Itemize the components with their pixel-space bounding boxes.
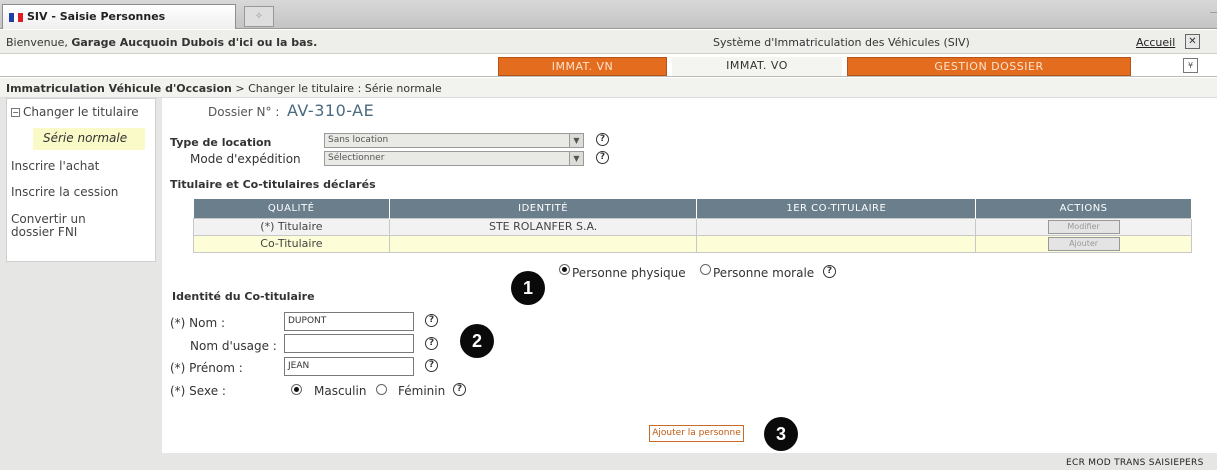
- browser-tab[interactable]: SIV - Saisie Personnes: [2, 4, 236, 29]
- breadcrumb-separator: >: [231, 82, 249, 95]
- breadcrumb-text: Immatriculation Véhicule d'Occasion > Ch…: [6, 82, 442, 95]
- cell-identite: STE ROLANFER S.A.: [388, 217, 698, 236]
- sidebar-item-inscrire-achat[interactable]: Inscrire l'achat: [11, 159, 99, 173]
- column-header-qualite: QUALITÉ: [193, 199, 390, 218]
- add-person-button[interactable]: Ajouter la personne: [649, 425, 744, 442]
- help-icon[interactable]: ?: [596, 133, 609, 146]
- mode-expedition-select[interactable]: Sélectionner ▼: [324, 151, 584, 166]
- collapse-minus-icon[interactable]: −: [11, 108, 20, 117]
- welcome-bar: Bienvenue, Garage Aucquoin Dubois d'ici …: [0, 30, 1217, 54]
- radio-personne-physique[interactable]: [559, 264, 570, 275]
- titulaires-section-title: Titulaire et Co-titulaires déclarés: [170, 178, 376, 191]
- column-header-actions: ACTIONS: [975, 199, 1192, 218]
- tab-immat-vn[interactable]: IMMAT. VN: [498, 57, 667, 76]
- prenom-label: (*) Prénom :: [170, 361, 243, 375]
- welcome-prefix: Bienvenue,: [6, 36, 72, 49]
- browser-tab-title: SIV - Saisie Personnes: [27, 10, 166, 23]
- nom-usage-input[interactable]: [284, 334, 414, 353]
- sidebar: − Changer le titulaire Série normale Ins…: [6, 98, 156, 262]
- titulaires-table: QUALITÉ IDENTITÉ 1ER CO-TITULAIRE ACTION…: [193, 199, 1192, 253]
- breadcrumb: Immatriculation Véhicule d'Occasion > Ch…: [0, 78, 1217, 98]
- sidebar-item-changer-titulaire[interactable]: Changer le titulaire: [23, 105, 139, 119]
- feminin-label: Féminin: [398, 384, 446, 398]
- nom-input[interactable]: DUPONT: [284, 312, 414, 331]
- column-header-cotitulaire: 1ER CO-TITULAIRE: [696, 199, 977, 218]
- main-panel: [162, 98, 1217, 453]
- screen-code: ECR MOD TRANS SAISIEPERS: [1066, 458, 1204, 468]
- help-icon[interactable]: ?: [425, 314, 438, 327]
- dossier-label: Dossier N° :: [208, 105, 280, 119]
- home-link[interactable]: Accueil: [1136, 36, 1175, 49]
- cell-actions: Modifier: [975, 217, 1192, 236]
- nom-label: (*) Nom :: [170, 316, 226, 330]
- step-marker-1: 1: [511, 271, 545, 305]
- help-icon[interactable]: ?: [425, 337, 438, 350]
- personne-morale-label: Personne morale: [713, 266, 815, 280]
- type-location-label: Type de location: [170, 136, 272, 149]
- welcome-message: Bienvenue, Garage Aucquoin Dubois d'ici …: [6, 36, 317, 49]
- breadcrumb-root[interactable]: Immatriculation Véhicule d'Occasion: [6, 82, 232, 95]
- cell-cotitulaire: [696, 234, 977, 253]
- radio-personne-morale[interactable]: [700, 264, 711, 275]
- tab-immat-vo[interactable]: IMMAT. VO: [672, 57, 842, 76]
- help-icon[interactable]: ?: [453, 383, 466, 396]
- table-row: Co-Titulaire Ajouter: [193, 234, 1192, 253]
- flag-icon: [9, 13, 24, 22]
- cell-qualite: Co-Titulaire: [193, 234, 390, 253]
- new-tab-button[interactable]: ✧: [244, 6, 274, 27]
- cell-cotitulaire: [696, 217, 977, 236]
- sidebar-item-convertir-fni[interactable]: Convertir un dossier FNI: [11, 213, 121, 239]
- type-location-select[interactable]: Sans location ▼: [324, 133, 584, 148]
- chevron-down-icon: ▼: [569, 134, 583, 147]
- radio-feminin[interactable]: [376, 384, 387, 395]
- breadcrumb-current: Changer le titulaire : Série normale: [248, 82, 442, 95]
- table-header-row: QUALITÉ IDENTITÉ 1ER CO-TITULAIRE ACTION…: [193, 199, 1192, 218]
- add-button[interactable]: Ajouter: [1047, 237, 1120, 251]
- system-name: Système d'Immatriculation des Véhicules …: [713, 36, 970, 49]
- nom-usage-label: Nom d'usage :: [190, 339, 277, 353]
- type-location-value: Sans location: [328, 135, 389, 145]
- help-icon[interactable]: ?: [425, 359, 438, 372]
- tab-gestion-dossier[interactable]: GESTION DOSSIER: [847, 57, 1131, 76]
- tab-scroll-icon[interactable]: −: [1209, 6, 1217, 19]
- welcome-user-name: Garage Aucquoin Dubois d'ici ou la bas.: [71, 36, 318, 49]
- main-nav: IMMAT. VN IMMAT. VO GESTION DOSSIER ¥: [0, 55, 1217, 77]
- close-icon[interactable]: ✕: [1185, 34, 1200, 49]
- sidebar-item-inscrire-cession[interactable]: Inscrire la cession: [11, 185, 118, 199]
- help-icon[interactable]: ?: [823, 265, 836, 278]
- modify-button[interactable]: Modifier: [1047, 220, 1120, 234]
- radio-masculin[interactable]: [291, 384, 302, 395]
- table-row: (*) Titulaire STE ROLANFER S.A. Modifier: [193, 217, 1192, 236]
- step-marker-3: 3: [764, 417, 798, 451]
- chevron-down-icon: ▼: [569, 152, 583, 165]
- cell-actions: Ajouter: [975, 234, 1192, 253]
- personne-physique-label: Personne physique: [572, 266, 686, 280]
- column-header-identite: IDENTITÉ: [389, 199, 698, 218]
- dossier-number: AV-310-AE: [287, 101, 375, 120]
- mode-expedition-value: Sélectionner: [328, 153, 385, 163]
- mode-expedition-label: Mode d'expédition: [190, 152, 301, 166]
- help-icon[interactable]: ?: [596, 151, 609, 164]
- collapse-icon[interactable]: ¥: [1183, 58, 1198, 73]
- cell-identite: [388, 234, 698, 253]
- masculin-label: Masculin: [314, 384, 367, 398]
- sexe-label: (*) Sexe :: [170, 384, 226, 398]
- step-marker-2: 2: [460, 324, 494, 358]
- prenom-input[interactable]: JEAN: [284, 357, 414, 376]
- browser-tab-bar: SIV - Saisie Personnes ✧ −: [0, 0, 1217, 29]
- sidebar-item-serie-normale[interactable]: Série normale: [43, 131, 127, 145]
- cell-qualite: (*) Titulaire: [193, 217, 390, 236]
- identity-section-title: Identité du Co-titulaire: [172, 290, 315, 303]
